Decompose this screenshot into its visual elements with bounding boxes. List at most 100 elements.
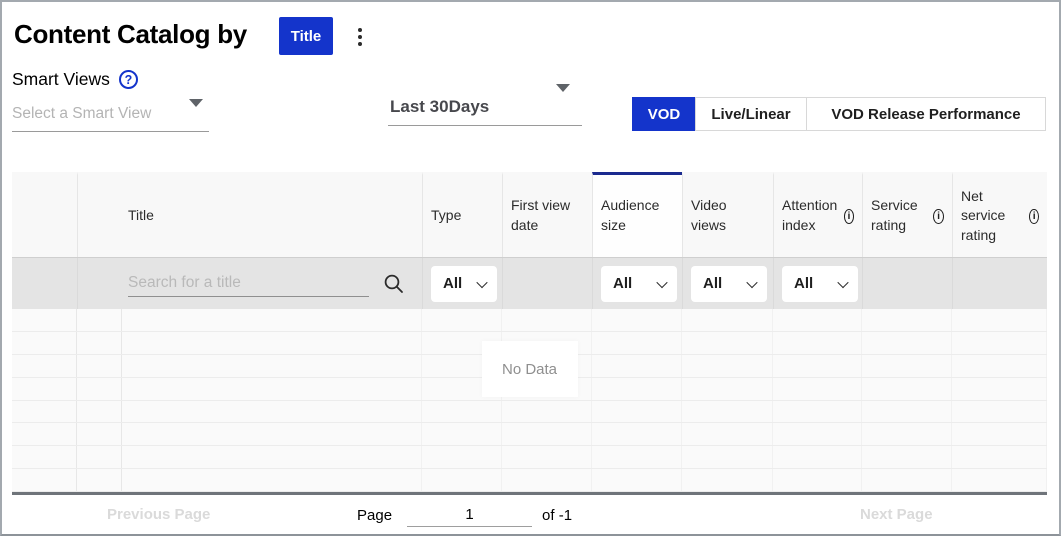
filter-cell-empty (12, 258, 77, 309)
table-cell (773, 469, 862, 491)
table-cell (122, 401, 422, 423)
table-cell (502, 469, 592, 491)
header-cell-net-service-rating[interactable]: Net service rating (952, 172, 1047, 257)
type-filter-select[interactable]: All (431, 266, 497, 302)
table-cell (952, 378, 1047, 400)
header-cell-empty (12, 172, 77, 257)
chevron-down-icon (837, 276, 848, 287)
table-cell (122, 355, 422, 377)
table-cell (502, 423, 592, 445)
table-row (12, 401, 1047, 424)
more-options-icon[interactable] (354, 25, 366, 49)
app-window: Content Catalog by Title Smart Views Sel… (0, 0, 1061, 536)
no-data-message: No Data (482, 341, 578, 397)
table-cell (592, 446, 682, 468)
table-cell (77, 309, 122, 331)
video-views-filter-select[interactable]: All (691, 266, 767, 302)
table-cell (682, 355, 773, 377)
table-cell (122, 446, 422, 468)
pagination-bar: Previous Page Page of -1 Next Page (12, 495, 1047, 535)
table-cell (952, 401, 1047, 423)
table-cell (592, 355, 682, 377)
header-cell-title[interactable]: Title (77, 172, 422, 257)
table-cell (422, 469, 502, 491)
table-cell (592, 332, 682, 354)
info-icon[interactable] (1029, 209, 1039, 224)
table-cell (773, 378, 862, 400)
table-filter-row: All All All All (12, 257, 1047, 309)
table-cell (422, 309, 502, 331)
table-cell (682, 378, 773, 400)
table-cell (862, 469, 952, 491)
table-header-row: Title Type First view date Audience size… (12, 172, 1047, 257)
info-icon[interactable] (933, 209, 944, 224)
table-cell (862, 423, 952, 445)
chevron-down-icon (746, 276, 757, 287)
table-cell (862, 401, 952, 423)
filter-cell-service-rating (862, 258, 952, 309)
table-cell (773, 423, 862, 445)
date-range-select[interactable]: Last 30Days (388, 84, 582, 126)
tab-live-linear[interactable]: Live/Linear (695, 97, 807, 131)
table-cell (952, 332, 1047, 354)
caret-down-icon (189, 99, 203, 107)
header-cell-first-view-date[interactable]: First view date (502, 172, 592, 257)
smart-view-select[interactable]: Select a Smart View (12, 98, 209, 132)
title-dimension-button[interactable]: Title (279, 17, 333, 55)
table-cell (592, 309, 682, 331)
table-cell (77, 332, 122, 354)
page-label: Page (357, 507, 392, 524)
table-cell (952, 309, 1047, 331)
table-cell (862, 355, 952, 377)
table-row (12, 446, 1047, 469)
table-cell (502, 309, 592, 331)
table-cell (12, 446, 77, 468)
table-cell (502, 446, 592, 468)
filter-cell-title (77, 258, 422, 309)
table-cell (502, 401, 592, 423)
table-cell (952, 469, 1047, 491)
next-page-button[interactable]: Next Page (860, 506, 933, 523)
audience-size-filter-select[interactable]: All (601, 266, 677, 302)
table-cell (773, 401, 862, 423)
previous-page-button[interactable]: Previous Page (107, 506, 210, 523)
table-cell (122, 469, 422, 491)
header-cell-audience-size[interactable]: Audience size (592, 172, 682, 257)
table-cell (862, 332, 952, 354)
table-cell (12, 355, 77, 377)
chevron-down-icon (656, 276, 667, 287)
chevron-down-icon (476, 276, 487, 287)
table-cell (952, 446, 1047, 468)
table-cell (422, 446, 502, 468)
page-number-input[interactable] (407, 503, 532, 527)
tab-vod-release-performance[interactable]: VOD Release Performance (806, 97, 1046, 131)
table-cell (773, 446, 862, 468)
table-cell (422, 401, 502, 423)
table-cell (862, 378, 952, 400)
table-body: No Data (12, 309, 1047, 492)
header-cell-type[interactable]: Type (422, 172, 502, 257)
tab-vod[interactable]: VOD (632, 97, 696, 131)
search-icon[interactable] (383, 273, 404, 294)
filter-cell-net-service-rating (952, 258, 1047, 309)
info-icon[interactable] (844, 209, 854, 224)
table-cell (592, 401, 682, 423)
table-cell (952, 355, 1047, 377)
table-cell (12, 401, 77, 423)
table-cell (12, 469, 77, 491)
attention-index-filter-select[interactable]: All (782, 266, 858, 302)
header-cell-attention-index[interactable]: Attention index (773, 172, 862, 257)
smart-views-label: Smart Views (12, 69, 110, 90)
table-cell (122, 332, 422, 354)
help-icon[interactable] (119, 70, 138, 89)
title-search-input[interactable] (128, 271, 369, 297)
page-number-group: Page of -1 (357, 503, 572, 527)
table-cell (77, 378, 122, 400)
filter-cell-type: All (422, 258, 502, 309)
table-cell (592, 469, 682, 491)
table-cell (952, 423, 1047, 445)
table-cell (122, 309, 422, 331)
header-cell-service-rating[interactable]: Service rating (862, 172, 952, 257)
table-cell (77, 401, 122, 423)
header-cell-video-views[interactable]: Video views (682, 172, 773, 257)
